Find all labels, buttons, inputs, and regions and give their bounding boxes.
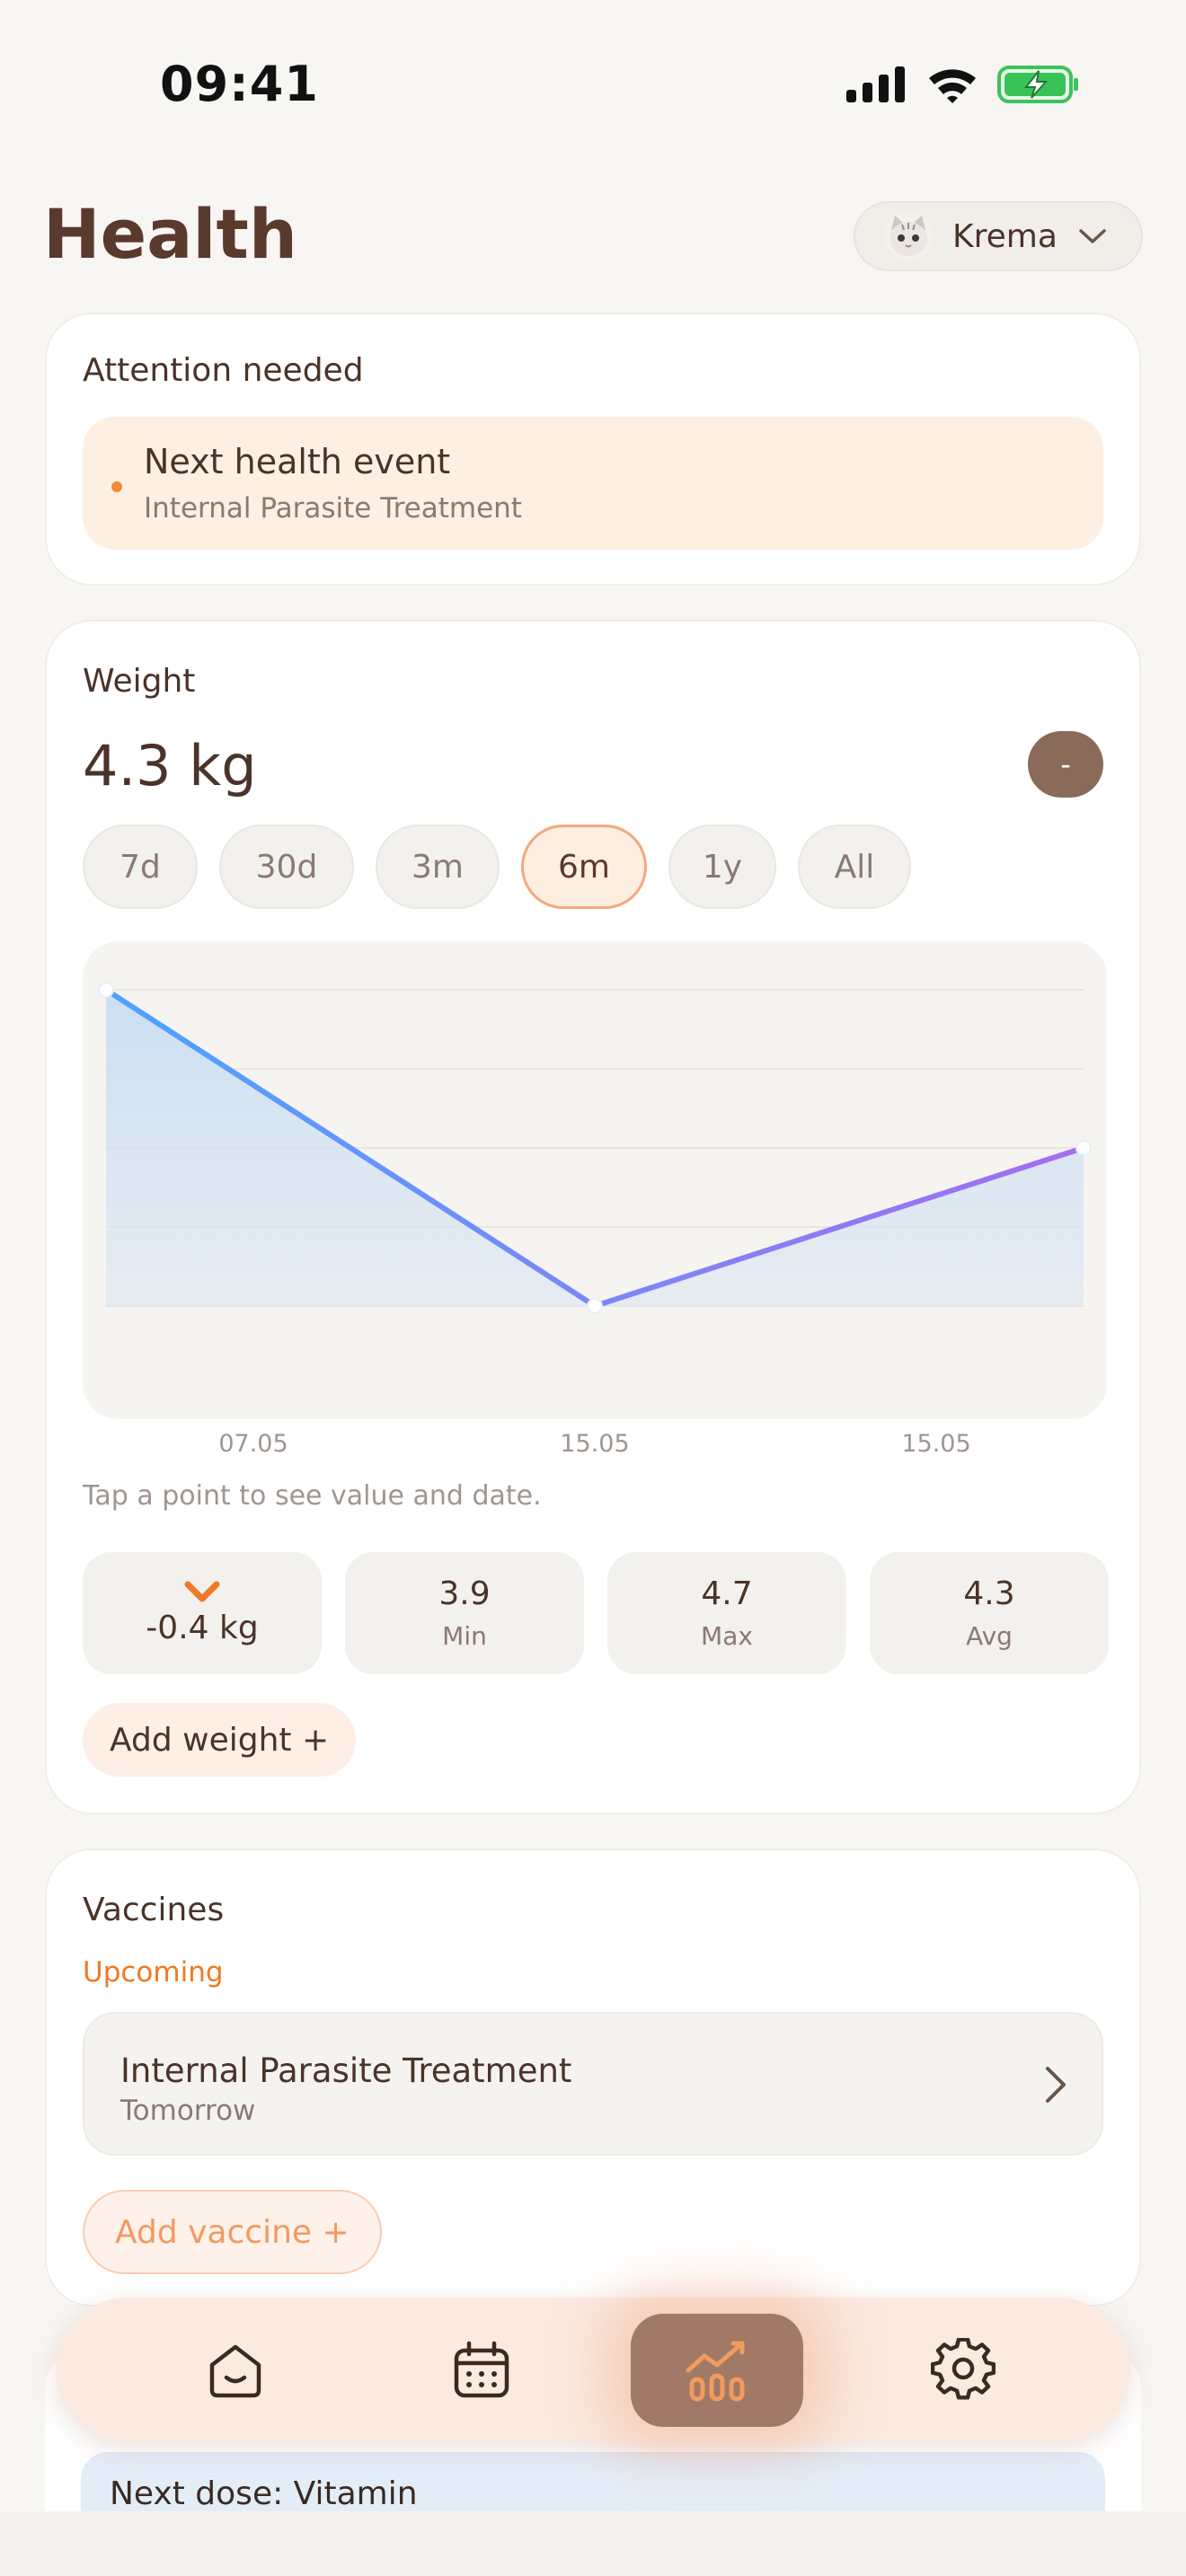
x-tick-label: 15.05 <box>901 1430 971 1458</box>
page-title: Health <box>43 194 297 274</box>
add-weight-button[interactable]: Add weight + <box>83 1703 357 1777</box>
weight-stats: -0.4 kg 3.9 Min 4.7 Max 4.3 Avg <box>83 1552 1109 1674</box>
vaccines-title: Vaccines <box>83 1892 225 1928</box>
status-time: 09:41 <box>160 56 319 112</box>
vaccines-card: Vaccines Upcoming Internal Parasite Trea… <box>45 1848 1141 2307</box>
chart-data-point[interactable] <box>1075 1140 1092 1156</box>
attention-card: Attention needed Next health event Inter… <box>45 313 1141 586</box>
tab-home[interactable] <box>149 2314 322 2427</box>
stat-value: 3.9 <box>438 1575 491 1612</box>
upcoming-label: Upcoming <box>83 1956 224 1989</box>
weight-value: 4.3 kg <box>83 733 257 798</box>
range-6m[interactable]: 6m <box>521 825 647 909</box>
stat-label: Max <box>701 1621 753 1651</box>
trend-down-icon <box>184 1581 220 1601</box>
range-30d[interactable]: 30d <box>219 825 354 909</box>
chart-data-point[interactable] <box>98 982 114 998</box>
tab-health[interactable] <box>631 2314 803 2427</box>
weight-change-stat: -0.4 kg <box>83 1552 322 1674</box>
weight-max-stat: 4.7 Max <box>607 1552 846 1674</box>
vaccine-item[interactable]: Internal Parasite Treatment Tomorrow <box>83 2012 1103 2156</box>
gear-icon <box>931 2338 996 2400</box>
range-1y[interactable]: 1y <box>668 825 776 909</box>
tab-calendar[interactable] <box>395 2314 568 2427</box>
event-title: Next health event <box>144 442 451 481</box>
tab-bar <box>56 2298 1130 2441</box>
weight-title: Weight <box>83 663 196 700</box>
tab-settings[interactable] <box>877 2314 1049 2427</box>
chart-hint: Tap a point to see value and date. <box>83 1480 542 1512</box>
stat-value: 4.3 <box>963 1575 1015 1612</box>
stat-label: Avg <box>966 1621 1013 1651</box>
wifi-icon <box>929 69 976 103</box>
chart-x-labels: 07.05 15.05 15.05 <box>47 1430 1143 1466</box>
pet-avatar <box>884 212 933 260</box>
chevron-down-icon <box>1079 229 1106 243</box>
vaccine-name: Internal Parasite Treatment <box>120 2051 572 2090</box>
x-tick-label: 15.05 <box>560 1430 630 1458</box>
chart-icon <box>686 2341 745 2402</box>
stat-value: 4.7 <box>701 1575 753 1612</box>
weight-chart-svg <box>98 982 1092 1314</box>
remove-weight-button[interactable]: - <box>1028 731 1103 798</box>
battery-icon <box>997 66 1078 103</box>
alert-dot <box>111 481 122 492</box>
signal-icon <box>846 66 905 102</box>
status-bar: 09:41 <box>0 0 1186 153</box>
weight-avg-stat: 4.3 Avg <box>870 1552 1109 1674</box>
pet-selector[interactable]: Krema <box>854 201 1143 271</box>
event-subtitle: Internal Parasite Treatment <box>144 492 522 525</box>
cat-avatar-icon <box>890 216 927 256</box>
attention-title: Attention needed <box>83 352 364 389</box>
next-dose-text: Next dose: Vitamin <box>110 2475 418 2512</box>
status-icons <box>846 65 1080 104</box>
weight-chart <box>83 941 1107 1419</box>
x-tick-label: 07.05 <box>218 1430 288 1458</box>
range-3m[interactable]: 3m <box>376 825 500 909</box>
stat-label: Min <box>442 1621 487 1651</box>
weight-change-value: -0.4 kg <box>146 1609 259 1646</box>
home-icon <box>209 2344 261 2398</box>
weight-min-stat: 3.9 Min <box>345 1552 584 1674</box>
add-vaccine-button[interactable]: Add vaccine + <box>83 2190 382 2274</box>
range-7d[interactable]: 7d <box>83 825 198 909</box>
next-health-event[interactable]: Next health event Internal Parasite Trea… <box>83 417 1103 550</box>
chevron-right-icon <box>1046 2067 1066 2103</box>
vaccine-date: Tomorrow <box>120 2095 256 2127</box>
range-selector: 7d 30d 3m 6m 1y All <box>83 825 911 909</box>
range-all[interactable]: All <box>798 825 911 909</box>
weight-card: Weight 4.3 kg - 7d 30d 3m 6m 1y All 07.0… <box>45 620 1141 1814</box>
chart-data-point[interactable] <box>587 1298 603 1314</box>
pet-name: Krema <box>952 217 1058 255</box>
calendar-icon <box>454 2341 509 2398</box>
bottom-safe-area <box>0 2511 1186 2576</box>
